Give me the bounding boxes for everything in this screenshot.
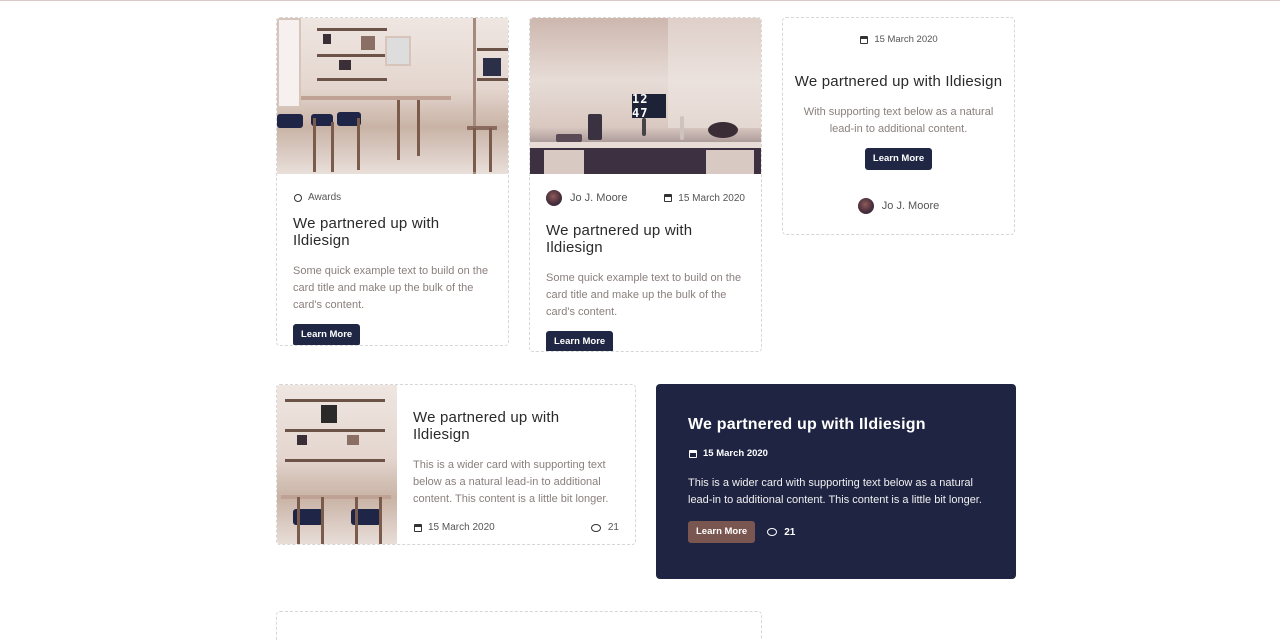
learn-more-button[interactable]: Learn More xyxy=(293,324,361,345)
date-label: 15 March 2020 xyxy=(663,193,745,204)
comment-icon xyxy=(589,523,603,533)
learn-more-button[interactable]: Learn More xyxy=(688,521,756,543)
card-text: This is a wider card with supporting tex… xyxy=(688,477,982,506)
card-image-studio-side xyxy=(277,385,397,544)
card-title: We partnered up with Ildiesign xyxy=(293,215,440,249)
card-dark: We partnered up with Ildiesign 15 March … xyxy=(656,384,1016,579)
card-text: With supporting text below as a natural … xyxy=(803,106,994,135)
avatar[interactable] xyxy=(857,198,874,214)
card-text: This is a wider card with supporting tex… xyxy=(413,459,609,505)
card-image-desk-clock: 12 47 xyxy=(530,18,761,174)
comments-count[interactable]: 21 xyxy=(589,522,619,533)
author-info[interactable]: Jo J. Moore xyxy=(783,198,1014,214)
calendar-icon xyxy=(859,35,869,45)
card-centered: 15 March 2020 We partnered up with Ildie… xyxy=(782,17,1015,235)
author-name[interactable]: Jo J. Moore xyxy=(570,192,627,204)
card-partial xyxy=(276,611,762,640)
card-horizontal: We partnered up with Ildiesign This is a… xyxy=(276,384,636,545)
date-text: 15 March 2020 xyxy=(428,522,495,533)
date-text: 15 March 2020 xyxy=(874,34,938,45)
card-text: Some quick example text to build on the … xyxy=(293,265,489,311)
card-author: 12 47 Jo J. Moore 15 March 2020 We partn… xyxy=(529,17,762,352)
clock-display: 12 47 xyxy=(632,92,666,120)
comment-icon xyxy=(765,527,779,537)
comments-count[interactable]: 21 xyxy=(765,527,795,538)
top-divider xyxy=(0,0,1280,1)
date-label: 15 March 2020 xyxy=(413,522,495,533)
comments-text[interactable]: 21 xyxy=(784,527,795,538)
category-text: Awards xyxy=(308,192,342,203)
medal-icon xyxy=(293,193,303,203)
calendar-icon xyxy=(688,449,698,459)
calendar-icon xyxy=(413,523,423,533)
avatar[interactable] xyxy=(546,190,562,206)
date-text: 15 March 2020 xyxy=(703,448,768,459)
comments-text[interactable]: 21 xyxy=(608,522,619,533)
card-image-studio xyxy=(277,18,508,174)
category-label: Awards xyxy=(293,192,492,203)
author-info[interactable]: Jo J. Moore xyxy=(546,190,627,206)
card-text: Some quick example text to build on the … xyxy=(546,272,742,318)
card-title: We partnered up with Ildiesign xyxy=(546,222,693,256)
learn-more-button[interactable]: Learn More xyxy=(546,331,614,351)
date-label: 15 March 2020 xyxy=(783,34,1014,45)
card-title: We partnered up with Ildiesign xyxy=(688,416,926,433)
date-text: 15 March 2020 xyxy=(678,192,745,204)
card-title: We partnered up with Ildiesign xyxy=(413,409,560,443)
author-name[interactable]: Jo J. Moore xyxy=(882,200,939,212)
calendar-icon xyxy=(663,193,673,203)
date-label: 15 March 2020 xyxy=(688,448,984,459)
card-title: We partnered up with Ildiesign xyxy=(794,73,1003,90)
learn-more-button[interactable]: Learn More xyxy=(864,148,933,170)
card-awards: Awards We partnered up with Ildiesign So… xyxy=(276,17,509,346)
